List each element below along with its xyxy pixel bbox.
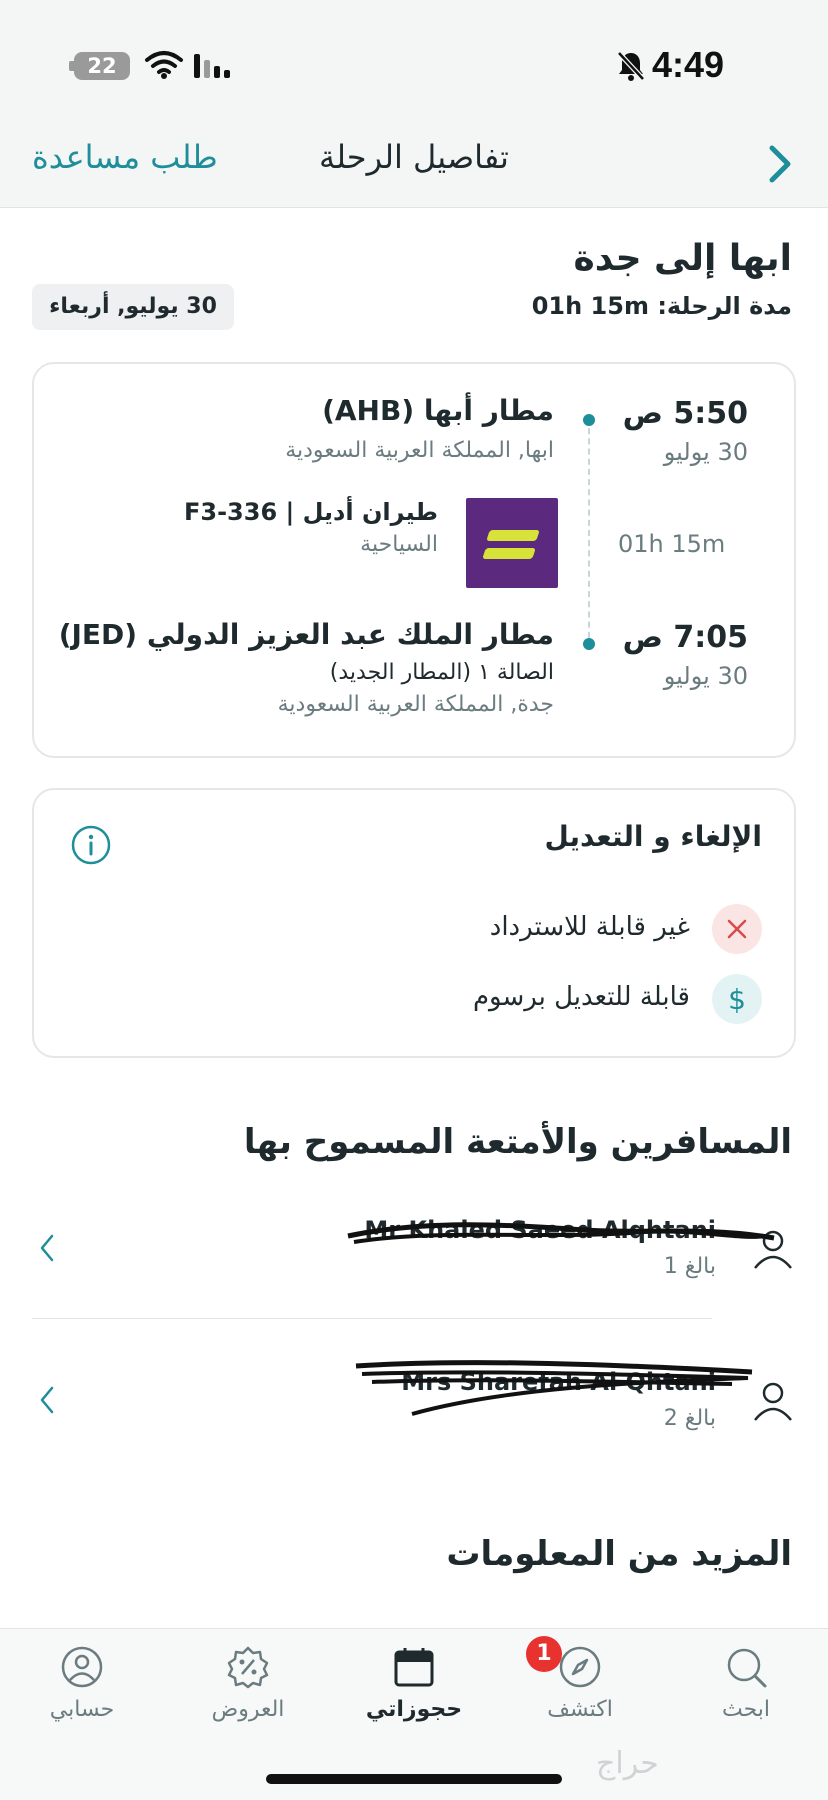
change-policy-label: قابلة للتعديل برسوم — [472, 982, 690, 1012]
departure-location: ابها, المملكة العربية السعودية — [285, 438, 554, 463]
tab-bookings-label: حجوزاتي — [365, 1697, 463, 1722]
cancellation-card: الإلغاء و التعديل غير قابلة للاسترداد $ … — [32, 788, 796, 1058]
passengers-section-title: المسافرين والأمتعة المسموح بها — [243, 1122, 792, 1162]
trip-duration: مدة الرحلة: 01h 15m — [532, 292, 792, 320]
tab-bookings[interactable]: حجوزاتي — [354, 1645, 474, 1722]
chevron-left-icon[interactable] — [36, 1230, 60, 1266]
wifi-icon — [145, 51, 183, 79]
arrival-time: 7:05 ص — [622, 620, 748, 655]
discount-icon — [227, 1646, 269, 1689]
page-title: تفاصيل الرحلة — [319, 138, 509, 176]
arrival-airport: مطار الملك عبد العزيز الدولي (JED) — [58, 618, 554, 651]
info-icon[interactable] — [70, 824, 112, 866]
passenger-name: Mr Khaled Saeed Alqhtani — [364, 1216, 716, 1244]
more-info-title: المزيد من المعلومات — [446, 1534, 792, 1574]
tab-offers-label: العروض — [211, 1697, 285, 1722]
close-icon — [712, 904, 762, 954]
cabin-class: السياحية — [360, 532, 438, 557]
timeline-line — [588, 418, 590, 648]
flight-details-card: 5:50 ص 30 يوليو مطار أبها (AHB) ابها, ال… — [32, 362, 796, 758]
tab-discover-label: اكتشف — [547, 1697, 613, 1722]
change-policy: $ قابلة للتعديل برسوم — [362, 974, 762, 1024]
trip-duration-label: مدة الرحلة: — [657, 292, 792, 320]
calendar-icon — [394, 1648, 434, 1687]
battery-icon: 22 — [74, 52, 130, 80]
route-title: ابها إلى جدة — [573, 238, 792, 279]
passenger-row[interactable]: Mr Khaled Saeed Alqhtani بالغ 1 — [32, 1200, 796, 1310]
arrival-dot — [583, 638, 595, 650]
profile-icon — [61, 1646, 103, 1688]
passenger-row[interactable]: Mrs Sharefah Al Qhtani بالغ 2 — [32, 1352, 796, 1462]
trip-duration-value: 01h 15m — [531, 292, 649, 320]
departure-time: 5:50 ص — [622, 396, 748, 431]
compass-icon — [559, 1646, 601, 1688]
tab-search-label: ابحث — [721, 1697, 771, 1722]
discover-notification-badge: 1 — [526, 1636, 562, 1672]
watermark-logo: حراج — [596, 1746, 659, 1781]
passenger-type: بالغ 1 — [663, 1254, 716, 1279]
nav-header: طلب مساعدة تفاصيل الرحلة — [0, 128, 828, 208]
user-icon — [754, 1382, 792, 1421]
passenger-name: Mrs Sharefah Al Qhtani — [401, 1368, 716, 1396]
tab-account-label: حسابي — [49, 1697, 115, 1722]
passenger-type: بالغ 2 — [663, 1406, 716, 1431]
refund-policy: غير قابلة للاسترداد — [362, 904, 762, 954]
status-bar: 22 4:49 — [0, 0, 828, 128]
status-time: 4:49 — [652, 44, 725, 85]
tab-search[interactable]: ابحث — [686, 1645, 806, 1722]
user-icon — [754, 1230, 792, 1269]
airline-flight-number: طيران أديل | F3-336 — [183, 498, 438, 526]
departure-date: 30 يوليو — [663, 438, 748, 466]
arrival-date: 30 يوليو — [663, 662, 748, 690]
back-chevron-icon[interactable] — [766, 142, 796, 186]
cancellation-title: الإلغاء و التعديل — [544, 820, 762, 853]
dollar-icon: $ — [712, 974, 762, 1024]
bell-off-icon — [617, 51, 645, 81]
arrival-location: جدة, المملكة العربية السعودية — [277, 692, 554, 717]
tab-offers[interactable]: العروض — [188, 1645, 308, 1722]
trip-date-badge: 30 يوليو, أربعاء — [32, 284, 234, 330]
departure-airport: مطار أبها (AHB) — [322, 394, 554, 427]
passenger-divider — [32, 1318, 712, 1319]
home-indicator[interactable] — [266, 1774, 562, 1784]
airline-logo — [466, 498, 558, 588]
segment-duration: 01h 15m — [618, 530, 726, 558]
search-icon — [727, 1648, 767, 1688]
svg-text:$: $ — [728, 983, 746, 1016]
chevron-left-icon[interactable] — [36, 1382, 60, 1418]
tab-account[interactable]: حسابي — [22, 1645, 142, 1722]
signal-icon — [194, 54, 230, 78]
arrival-terminal: الصالة ١ (المطار الجديد) — [329, 660, 554, 685]
refund-policy-label: غير قابلة للاسترداد — [489, 912, 690, 942]
departure-dot — [583, 414, 595, 426]
